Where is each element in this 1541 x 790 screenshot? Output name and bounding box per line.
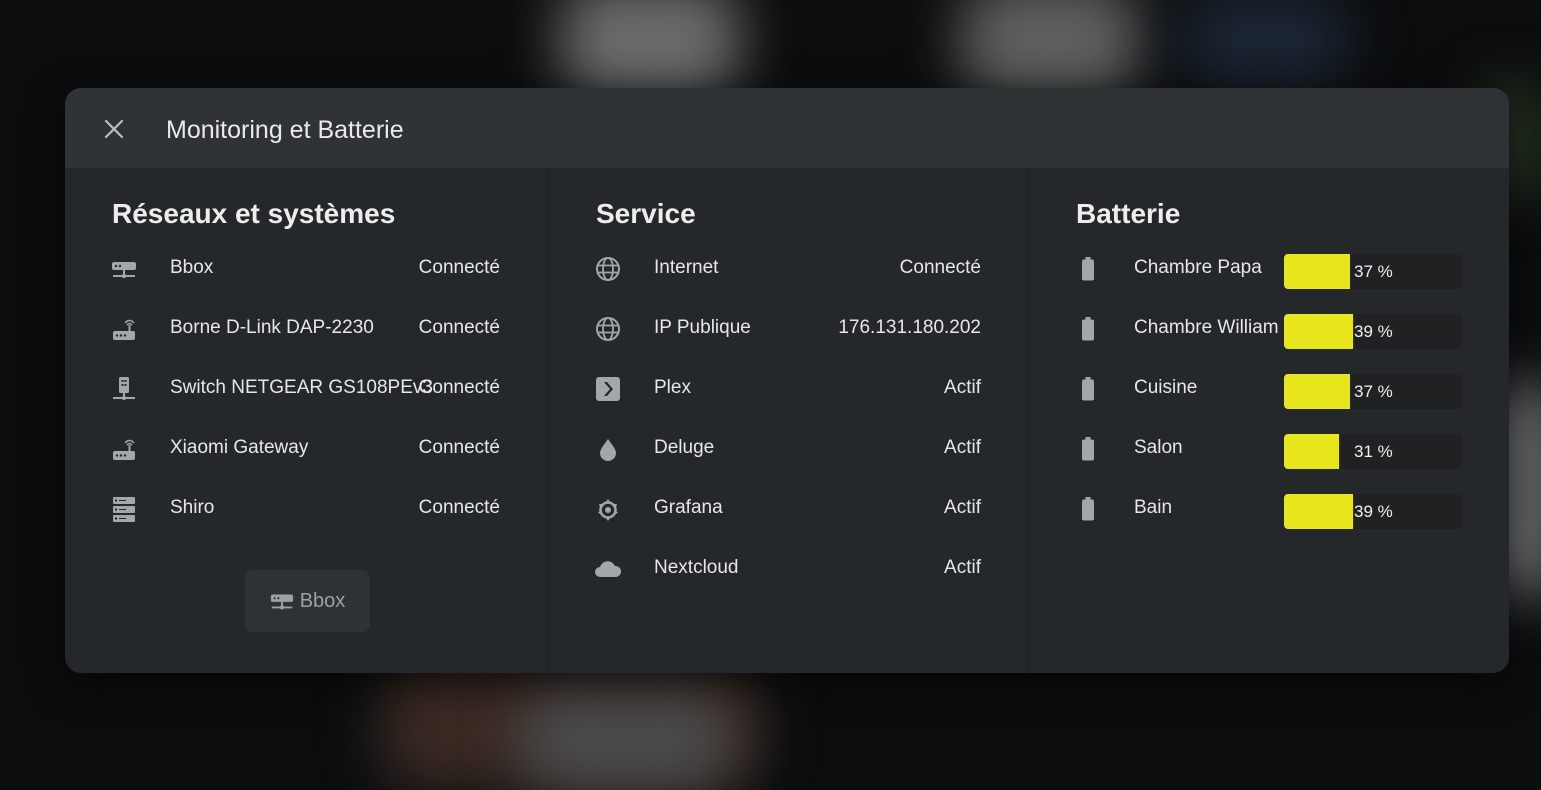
close-icon[interactable] xyxy=(101,116,127,142)
service-row[interactable]: IP Publique 176.131.180.202 xyxy=(549,308,1028,348)
battery-bar: 37 % xyxy=(1284,374,1462,409)
service-title: Service xyxy=(596,198,696,229)
network-row[interactable]: Borne D-Link DAP-2230 Connecté xyxy=(65,308,548,348)
service-row[interactable]: Deluge Actif xyxy=(549,428,1028,468)
battery-icon xyxy=(1082,317,1094,341)
battery-label: Cuisine xyxy=(1134,377,1198,398)
battery-bar-fill xyxy=(1284,314,1354,349)
battery-icon xyxy=(1082,257,1094,281)
bbox-button-label: Bbox xyxy=(299,589,346,612)
battery-bar: 37 % xyxy=(1284,254,1462,289)
network-row[interactable]: Switch NETGEAR GS108PEv3 Connecté xyxy=(65,368,548,408)
service-status: Actif xyxy=(944,377,981,398)
service-label: Deluge xyxy=(654,437,715,458)
wifi-router-icon xyxy=(113,439,135,460)
battery-bar-fill xyxy=(1284,374,1350,409)
cloud-icon xyxy=(595,561,622,577)
bbox-button[interactable]: Bbox xyxy=(245,570,370,632)
network-row[interactable]: Shiro Connecté xyxy=(65,488,548,528)
network-status: Connecté xyxy=(418,437,500,458)
battery-row[interactable]: Salon 31 % xyxy=(1029,428,1509,469)
grafana-icon xyxy=(598,499,618,521)
service-status: 176.131.180.202 xyxy=(838,317,981,338)
battery-label: Salon xyxy=(1134,437,1183,458)
monitoring-dialog: Monitoring et Batterie Réseaux et systèm… xyxy=(65,88,1509,673)
water-drop-icon xyxy=(600,439,616,461)
battery-bar: 39 % xyxy=(1284,494,1462,529)
battery-bar: 39 % xyxy=(1284,314,1462,349)
router-icon xyxy=(270,594,293,610)
network-label: Shiro xyxy=(170,497,215,518)
service-status: Actif xyxy=(944,557,981,578)
server-icon xyxy=(113,497,135,522)
service-label: IP Publique xyxy=(654,317,751,338)
service-row[interactable]: Grafana Actif xyxy=(549,488,1028,528)
plex-icon xyxy=(596,377,620,401)
network-row[interactable]: Xiaomi Gateway Connecté xyxy=(65,428,548,468)
switch-icon xyxy=(113,377,135,401)
network-label: Bbox xyxy=(170,257,214,278)
dialog-header: Monitoring et Batterie xyxy=(65,88,1509,168)
battery-percent: 31 % xyxy=(1354,442,1393,461)
network-status: Connecté xyxy=(418,377,500,398)
service-row[interactable]: Internet Connecté xyxy=(549,248,1028,288)
service-status: Actif xyxy=(944,437,981,458)
battery-percent: 37 % xyxy=(1354,262,1393,281)
service-label: Grafana xyxy=(654,497,723,518)
service-label: Plex xyxy=(654,377,691,398)
network-row[interactable]: Bbox Connecté xyxy=(65,248,548,288)
network-title: Réseaux et systèmes xyxy=(112,198,396,229)
battery-title: Batterie xyxy=(1076,198,1181,229)
service-label: Nextcloud xyxy=(654,557,739,578)
battery-label: Chambre William xyxy=(1134,317,1279,338)
network-status: Connecté xyxy=(418,317,500,338)
dialog-title: Monitoring et Batterie xyxy=(166,116,404,144)
battery-percent: 39 % xyxy=(1354,322,1393,341)
wifi-router-icon xyxy=(113,319,135,340)
network-status: Connecté xyxy=(418,497,500,518)
battery-row[interactable]: Bain 39 % xyxy=(1029,488,1509,529)
network-status: Connecté xyxy=(418,257,500,278)
battery-row[interactable]: Chambre William 39 % xyxy=(1029,308,1509,349)
service-status: Connecté xyxy=(899,257,981,278)
battery-row[interactable]: Cuisine 37 % xyxy=(1029,368,1509,409)
service-row[interactable]: Plex Actif xyxy=(549,368,1028,408)
battery-icon xyxy=(1082,437,1094,461)
network-column: Réseaux et systèmes Bbox Connecté Borne … xyxy=(65,168,549,673)
battery-label: Bain xyxy=(1134,497,1173,518)
battery-bar-fill xyxy=(1284,494,1354,529)
battery-bar-fill xyxy=(1284,254,1350,289)
service-label: Internet xyxy=(654,257,719,278)
router-icon xyxy=(112,262,136,279)
battery-icon xyxy=(1082,497,1094,521)
battery-icon xyxy=(1082,377,1094,401)
battery-percent: 39 % xyxy=(1354,502,1393,521)
globe-icon xyxy=(596,257,620,281)
globe-icon xyxy=(596,317,620,341)
battery-column: Batterie Chambre Papa 37 % Chambre Willi… xyxy=(1029,168,1509,673)
battery-row[interactable]: Chambre Papa 37 % xyxy=(1029,248,1509,289)
network-label: Borne D-Link DAP-2230 xyxy=(170,317,374,338)
network-label: Switch NETGEAR GS108PEv3 xyxy=(170,377,433,398)
service-column: Service Internet Connecté IP Publique 17… xyxy=(549,168,1029,673)
service-row[interactable]: Nextcloud Actif xyxy=(549,548,1028,588)
battery-bar-fill xyxy=(1284,434,1340,469)
battery-bar: 31 % xyxy=(1284,434,1462,469)
network-label: Xiaomi Gateway xyxy=(170,437,309,458)
battery-percent: 37 % xyxy=(1354,382,1393,401)
service-status: Actif xyxy=(944,497,981,518)
battery-label: Chambre Papa xyxy=(1134,257,1262,278)
